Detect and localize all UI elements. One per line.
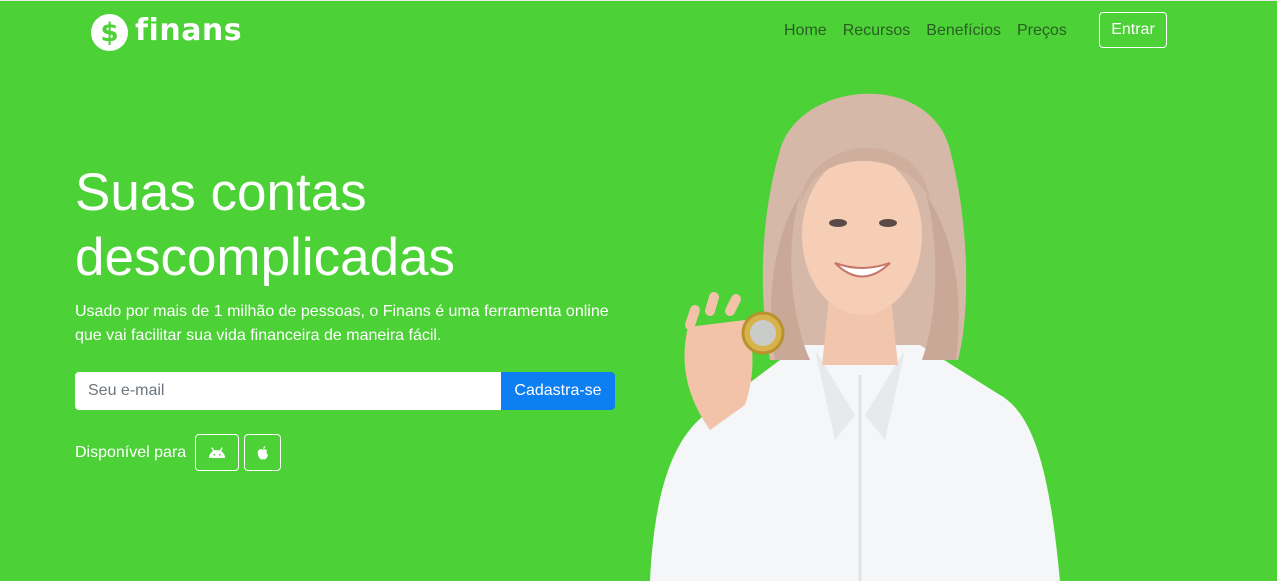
available-platforms: Disponível para: [75, 434, 282, 471]
nav-links: Home Recursos Benefícios Preços: [784, 22, 1083, 40]
hero-title: Suas contas descomplicadas: [75, 160, 635, 290]
brand-name: finans: [135, 13, 243, 48]
apple-store-button[interactable]: [244, 434, 282, 471]
brand-logo[interactable]: $ finans: [91, 14, 242, 51]
android-store-button[interactable]: [195, 434, 240, 471]
login-button[interactable]: Entrar: [1099, 12, 1167, 48]
signup-button[interactable]: Cadastra-se: [501, 372, 615, 410]
hero-title-line-2: descomplicadas: [75, 228, 456, 287]
email-input[interactable]: [75, 372, 501, 410]
top-border: [0, 0, 1277, 1]
hero-subtitle: Usado por mais de 1 milhão de pessoas, o…: [75, 303, 609, 344]
dollar-coin-icon: $: [91, 14, 128, 51]
nav-link-home[interactable]: Home: [784, 22, 827, 40]
hero-title-line-1: Suas contas: [75, 163, 367, 222]
nav-link-beneficios[interactable]: Benefícios: [926, 22, 1001, 40]
available-label: Disponível para: [75, 443, 187, 461]
android-icon: [209, 446, 226, 458]
hero-person-illustration: [650, 93, 1060, 581]
apple-icon: [257, 445, 268, 460]
nav-link-recursos[interactable]: Recursos: [843, 22, 911, 40]
nav-link-precos[interactable]: Preços: [1017, 22, 1067, 40]
signup-form: Cadastra-se: [75, 372, 615, 410]
